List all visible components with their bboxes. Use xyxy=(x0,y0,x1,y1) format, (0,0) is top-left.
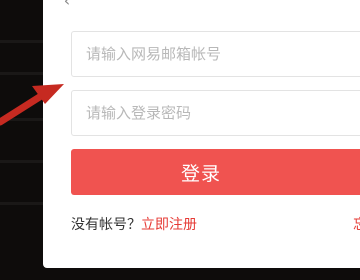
back-button[interactable]: ‹ xyxy=(60,0,74,10)
no-account-text: 没有帐号？ xyxy=(71,217,141,233)
email-input[interactable] xyxy=(84,44,360,64)
password-input[interactable] xyxy=(84,103,360,123)
email-field[interactable] xyxy=(71,31,360,77)
chevron-left-icon: ‹ xyxy=(63,0,71,10)
register-link[interactable]: 立即注册 xyxy=(141,217,197,233)
login-button[interactable]: 登录 xyxy=(71,149,360,195)
password-field[interactable] xyxy=(71,90,360,136)
screen: ‹ 登录 没有帐号？立即注册 忘 xyxy=(0,0,360,280)
forgot-password-link[interactable]: 忘 xyxy=(353,214,360,234)
register-row: 没有帐号？立即注册 xyxy=(71,214,197,234)
login-button-label: 登录 xyxy=(180,162,221,185)
